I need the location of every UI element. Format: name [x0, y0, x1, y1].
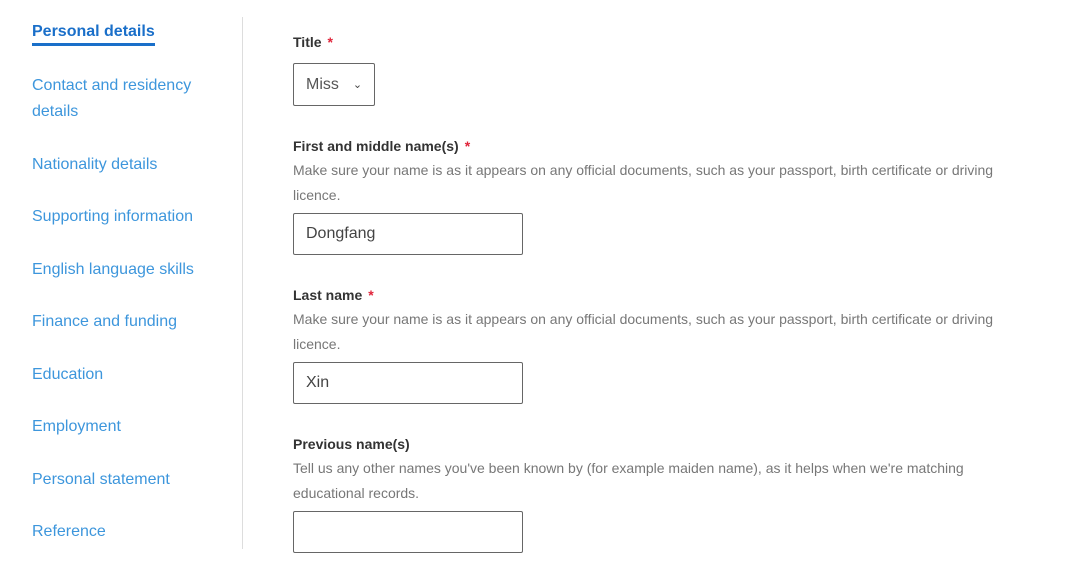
required-marker: * [464, 138, 471, 154]
previous-names-label: Previous name(s) [293, 436, 410, 452]
nav-contact-residency[interactable]: Contact and residency details [32, 73, 212, 125]
nav-supporting-information[interactable]: Supporting information [32, 204, 212, 230]
section-nav: Personal details Contact and residency d… [32, 22, 212, 572]
required-marker: * [368, 287, 374, 303]
first-name-input[interactable] [293, 213, 523, 255]
nav-employment[interactable]: Employment [32, 414, 212, 440]
divider [242, 17, 243, 549]
nav-english-language[interactable]: English language skills [32, 257, 212, 283]
last-name-field: Last name * Make sure your name is as it … [293, 285, 1033, 404]
first-name-field: First and middle name(s) * Make sure your… [293, 136, 1033, 255]
first-name-hint: Make sure your name is as it appears on … [293, 162, 994, 203]
previous-names-field: Previous name(s) Tell us any other names… [293, 434, 1033, 553]
last-name-input[interactable] [293, 362, 523, 404]
nav-personal-statement[interactable]: Personal statement [32, 467, 212, 493]
previous-names-input[interactable] [293, 511, 523, 553]
nav-education[interactable]: Education [32, 362, 212, 388]
nav-reference[interactable]: Reference [32, 519, 212, 545]
last-name-label: Last name * [293, 287, 374, 303]
title-label: Title * [293, 34, 333, 50]
required-marker: * [327, 34, 333, 50]
nav-personal-details[interactable]: Personal details [32, 22, 155, 46]
first-name-label: First and middle name(s) * [293, 138, 471, 154]
last-name-hint: Make sure your name is as it appears on … [293, 311, 994, 352]
title-field: Title * Miss ⌄ [293, 32, 1033, 106]
nav-finance-funding[interactable]: Finance and funding [32, 309, 212, 335]
chevron-down-icon: ⌄ [352, 79, 363, 91]
personal-details-form: Title * Miss ⌄ First and middle name(s) * M… [293, 32, 1033, 583]
title-select[interactable]: Miss ⌄ [293, 63, 375, 106]
previous-names-hint: Tell us any other names you've been know… [293, 460, 964, 501]
nav-nationality[interactable]: Nationality details [32, 152, 212, 178]
